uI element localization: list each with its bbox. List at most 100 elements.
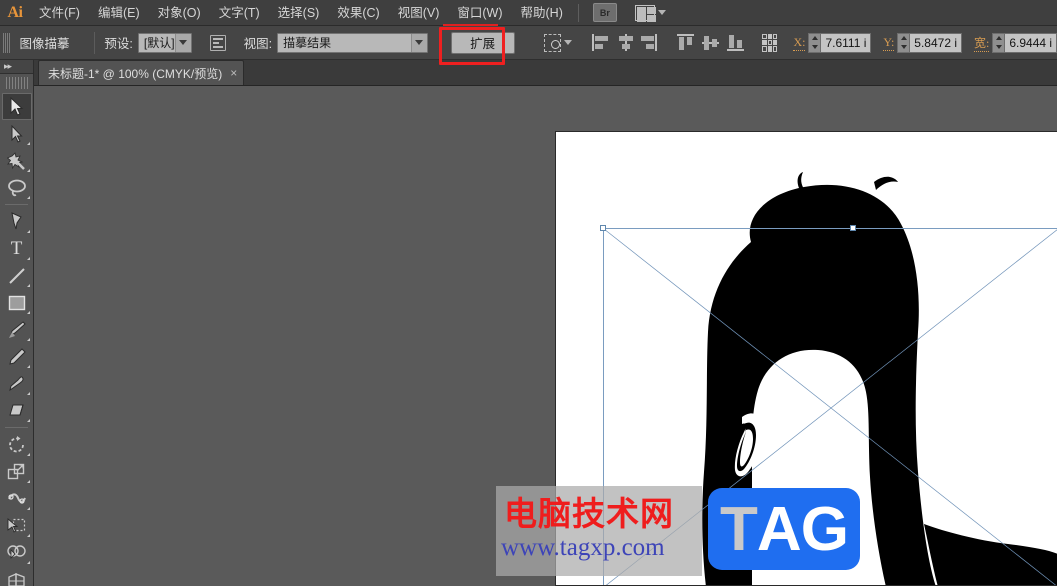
chevron-down-icon[interactable] [563,40,572,45]
menu-effect[interactable]: 效果(C) [328,0,388,26]
type-tool[interactable]: T [2,235,32,262]
line-segment-tool[interactable] [2,262,32,289]
app-logo: Ai [7,3,24,21]
tool-flyout-indicator [26,480,30,483]
handle-top-center[interactable] [850,225,856,231]
menu-help[interactable]: 帮助(H) [512,0,572,26]
lasso-tool[interactable] [2,174,32,201]
arrange-glyph-icon [634,4,656,22]
pen-tool[interactable] [2,208,32,235]
watermark-url: www.tagxp.com [501,534,665,561]
control-bar: 图像描摹 预设: [默认] 视图: 描摹结果 扩展 X: 7.6111 i Y:… [0,26,1057,60]
preset-dropdown[interactable]: [默认] [137,32,192,53]
tool-flyout-indicator [26,419,30,422]
tool-flyout-indicator [26,142,30,145]
watermark-tagxp: 电脑技术网 www.tagxp.com TAG [496,486,868,576]
x-label: X: [793,34,806,51]
align-middle-vertical-icon[interactable] [702,34,720,51]
tool-flyout-indicator [26,311,30,314]
document-tab-label: 未标题-1* @ 100% (CMYK/预览) [48,66,223,81]
align-bottom-icon[interactable] [727,34,745,51]
magic-wand-tool[interactable] [2,147,32,174]
x-position-field[interactable]: X: 7.6111 i [793,32,872,53]
tool-flyout-indicator [26,453,30,456]
menu-divider [577,3,579,22]
menu-view[interactable]: 视图(V) [389,0,449,26]
tool-flyout-indicator [26,534,30,537]
chevron-down-icon [410,33,427,52]
menu-select[interactable]: 选择(S) [269,0,329,26]
tools-panel-header[interactable]: ▸▸ [0,60,33,74]
eraser-tool[interactable] [2,397,32,424]
menu-file[interactable]: 文件(F) [30,0,89,26]
tool-divider [5,427,28,428]
width-tool[interactable] [2,485,32,512]
perspective-grid-tool[interactable] [2,566,32,586]
trace-panel-icon[interactable] [209,34,226,51]
tool-flyout-indicator [26,338,30,341]
tool-flyout-indicator [26,169,30,172]
document-tab-bar: 未标题-1* @ 100% (CMYK/预览) × [0,60,1057,86]
tool-flyout-indicator [26,365,30,368]
close-icon[interactable]: × [230,67,237,79]
document-tab[interactable]: 未标题-1* @ 100% (CMYK/预览) × [38,60,245,85]
watermark-tag-badge: TAG [708,488,860,570]
align-left-icon[interactable] [591,34,608,51]
tools-panel: ▸▸ T [0,60,34,586]
expand-button[interactable]: 扩展 [450,31,515,54]
align-center-horizontal-icon[interactable] [617,34,633,51]
menu-bar: Ai 文件(F) 编辑(E) 对象(O) 文字(T) 选择(S) 效果(C) 视… [0,0,1057,26]
menu-edit[interactable]: 编辑(E) [89,0,149,26]
tool-flyout-indicator [26,561,30,564]
menu-type[interactable]: 文字(T) [210,0,269,26]
rotate-tool[interactable] [2,431,32,458]
align-right-icon[interactable] [641,34,658,51]
handle-top-left[interactable] [600,225,606,231]
y-position-field[interactable]: Y: 5.8472 i [883,32,962,53]
control-bar-grip[interactable] [3,32,11,53]
selection-tool[interactable] [1,93,32,120]
illustrator-window: Ai 文件(F) 编辑(E) 对象(O) 文字(T) 选择(S) 效果(C) 视… [0,0,1057,586]
width-stepper[interactable] [992,32,1006,53]
tool-flyout-indicator [26,230,30,233]
width-field[interactable]: 宽: 6.9444 i [974,32,1057,53]
width-label: 宽: [974,35,990,52]
direct-selection-tool[interactable] [2,120,32,147]
tool-divider [5,204,28,205]
view-dropdown[interactable]: 描摹结果 [277,32,428,53]
arrange-documents-icon[interactable] [634,4,666,22]
x-stepper[interactable] [808,32,822,53]
y-stepper[interactable] [897,32,911,53]
tool-flyout-indicator [26,196,30,199]
y-label: Y: [883,34,895,51]
chevron-down-icon [657,10,666,15]
watermark-title: 电脑技术网 [504,494,674,533]
distribute-spacing-icon[interactable] [762,33,778,52]
active-tool-title: 图像描摹 [19,37,70,51]
tool-flyout-indicator [26,392,30,395]
view-value: 描摹结果 [283,36,332,50]
divider [93,31,95,54]
pencil-tool[interactable] [2,343,32,370]
collapse-panel-icon[interactable]: ▸▸ [4,61,12,72]
align-top-icon[interactable] [677,34,695,51]
width-value[interactable]: 6.9444 i [1005,32,1057,53]
paintbrush-tool[interactable] [2,316,32,343]
canvas-area[interactable]: 电脑技术网 www.tagxp.com TAG 极光下载站 www.xz7.co… [34,86,1057,586]
menu-window[interactable]: 窗口(W) [448,0,511,26]
tool-flyout-indicator [26,284,30,287]
tool-flyout-indicator [26,507,30,510]
preset-value: [默认] [143,36,175,50]
blob-brush-tool[interactable] [2,370,32,397]
tools-panel-grip[interactable] [5,77,28,89]
shape-builder-tool[interactable] [2,539,32,566]
scale-tool[interactable] [2,458,32,485]
bridge-icon[interactable]: Br [592,3,617,22]
rectangle-tool[interactable] [2,289,32,316]
menu-object[interactable]: 对象(O) [149,0,210,26]
y-value[interactable]: 5.8472 i [910,32,962,53]
transform-reference-icon[interactable] [543,33,561,52]
x-value[interactable]: 7.6111 i [821,32,872,53]
view-label: 视图: [243,37,273,51]
free-transform-tool[interactable] [2,512,32,539]
